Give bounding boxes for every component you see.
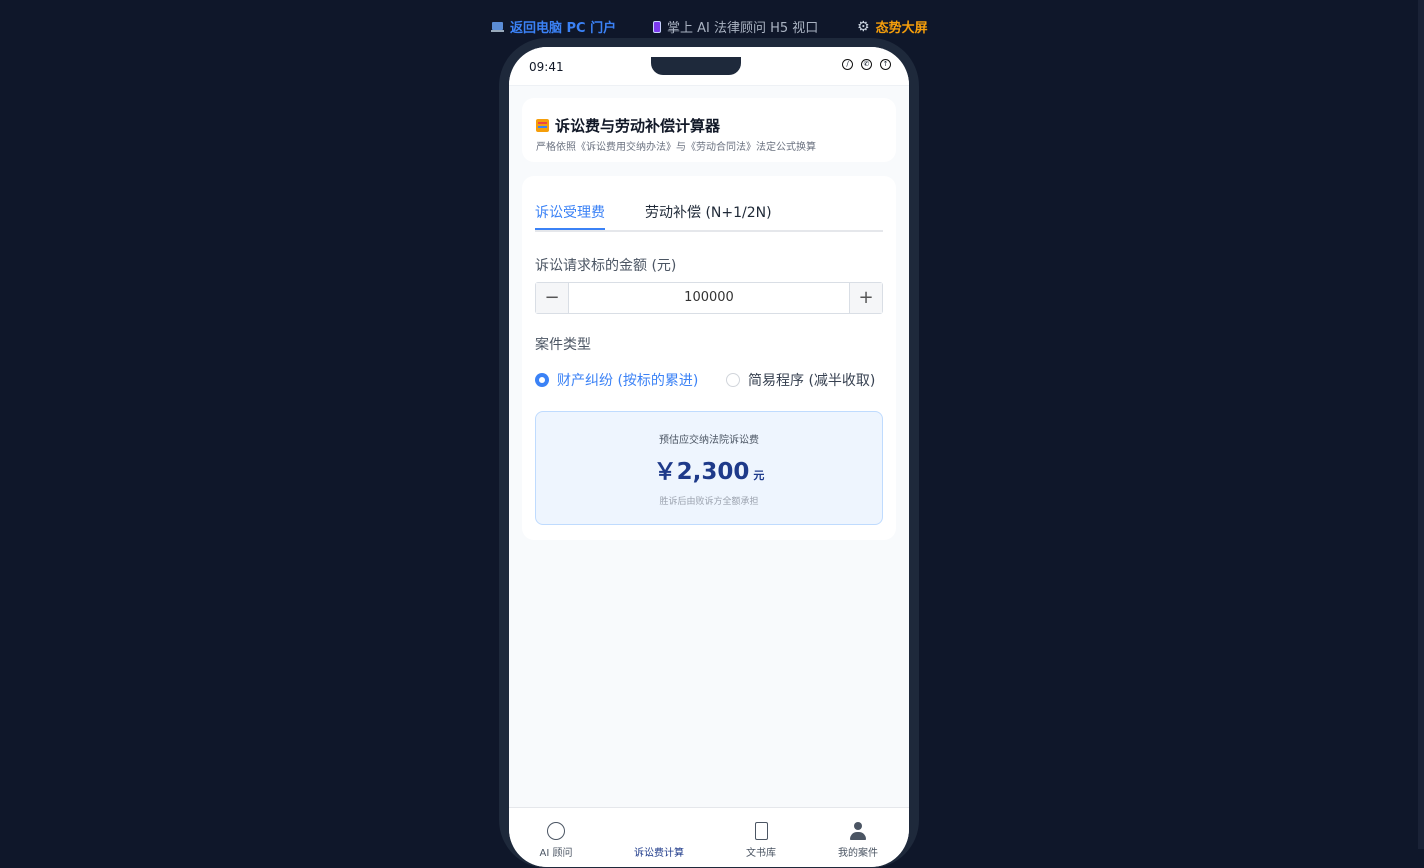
bottom-nav: AI 顾问 诉讼费计算 文书库 我的案件 [509, 807, 909, 867]
radio-unchecked-icon [726, 373, 740, 387]
h5-viewport-label: 掌上 AI 法律顾问 H5 视口 [667, 21, 819, 36]
page-title: 诉讼费与劳动补偿计算器 [536, 115, 720, 136]
nav-my-cases[interactable]: 我的案件 [818, 822, 898, 859]
increase-button[interactable]: + [849, 283, 882, 313]
status-bar: 09:41 / ✆ ↑ [509, 47, 909, 86]
calculator-card: 诉讼受理费 劳动补偿 (N+1/2N) 诉讼请求标的金额 (元) − 10000… [522, 176, 896, 540]
document-icon [754, 822, 768, 840]
header-card: 诉讼费与劳动补偿计算器 严格依照《诉讼费用交纳办法》与《劳动合同法》法定公式换算 [522, 98, 896, 162]
decrease-button[interactable]: − [536, 283, 569, 313]
result-label: 预估应交纳法院诉讼费 [659, 435, 759, 446]
chat-icon [547, 822, 565, 840]
user-icon [849, 822, 867, 840]
nav-document-library-label: 文书库 [746, 848, 776, 859]
mobile-phone-icon [653, 20, 661, 33]
result-amount-value: ￥2,300 [653, 459, 750, 485]
radio-simple-procedure[interactable]: 简易程序 (减半收取) [726, 370, 875, 390]
calculator-icon [650, 822, 668, 840]
page-title-text: 诉讼费与劳动补偿计算器 [555, 117, 721, 135]
page-scrollbar[interactable] [1418, 0, 1424, 849]
amount-stepper: − 100000 + [535, 282, 883, 314]
nav-fee-calculator-label: 诉讼费计算 [634, 848, 684, 859]
dashboard-label: 态势大屏 [875, 21, 928, 36]
case-type-label: 案件类型 [535, 337, 591, 353]
dashboard-link[interactable]: ⚙ 态势大屏 [857, 17, 928, 37]
back-to-pc-portal-link[interactable]: 返回电脑 PC 门户 [491, 17, 616, 36]
cloud-upload-icon: ↑ [880, 59, 891, 70]
nav-fee-calculator[interactable]: 诉讼费计算 [619, 822, 699, 859]
phone-screen: 09:41 / ✆ ↑ 诉讼费与劳动补偿计算器 严格依照《诉讼费用交纳办法》与《… [509, 47, 909, 867]
nav-my-cases-label: 我的案件 [838, 848, 878, 859]
gear-icon: ⚙ [857, 18, 870, 35]
tab-labor-compensation[interactable]: 劳动补偿 (N+1/2N) [645, 202, 772, 230]
laptop-icon [491, 21, 504, 32]
tab-litigation-fee[interactable]: 诉讼受理费 [535, 202, 605, 230]
phone-notch [651, 57, 741, 75]
page-subtitle: 严格依照《诉讼费用交纳办法》与《劳动合同法》法定公式换算 [536, 142, 816, 153]
phone-call-icon: ✆ [861, 59, 872, 70]
tab-bar: 诉讼受理费 劳动补偿 (N+1/2N) [535, 200, 883, 232]
nav-document-library[interactable]: 文书库 [721, 822, 801, 859]
radio-property-dispute[interactable]: 财产纠纷 (按标的累进) [535, 370, 698, 390]
result-amount-unit: 元 [753, 469, 765, 482]
status-icons: / ✆ ↑ [842, 59, 891, 70]
amount-input[interactable]: 100000 [569, 283, 849, 313]
radio-property-dispute-label: 财产纠纷 (按标的累进) [557, 373, 699, 389]
radio-checked-icon [535, 373, 549, 387]
result-note: 胜诉后由败诉方全额承担 [659, 497, 759, 507]
result-amount: ￥2,300 元 [536, 452, 882, 486]
abacus-icon [536, 119, 549, 132]
nav-ai-advisor[interactable]: AI 顾问 [516, 822, 596, 859]
amount-label: 诉讼请求标的金额 (元) [535, 258, 677, 274]
nav-ai-advisor-label: AI 顾问 [539, 848, 573, 859]
result-panel: 预估应交纳法院诉讼费 ￥2,300 元 胜诉后由败诉方全额承担 [535, 411, 883, 525]
compass-icon: / [842, 59, 853, 70]
radio-simple-procedure-label: 简易程序 (减半收取) [748, 373, 876, 389]
h5-viewport-link[interactable]: 掌上 AI 法律顾问 H5 视口 [653, 17, 818, 36]
top-bar: 返回电脑 PC 门户 掌上 AI 法律顾问 H5 视口 ⚙ 态势大屏 [0, 17, 1418, 37]
back-to-pc-portal-label: 返回电脑 PC 门户 [510, 21, 617, 36]
status-time: 09:41 [529, 60, 564, 74]
